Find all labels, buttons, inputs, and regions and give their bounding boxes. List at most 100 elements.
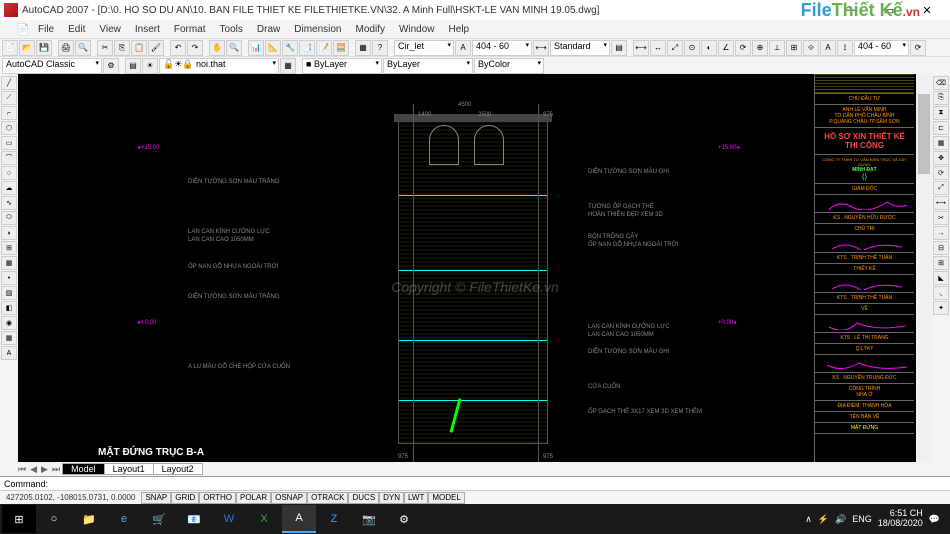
tray-up-icon[interactable]: ∧ (805, 514, 812, 525)
textstyle-combo[interactable]: Cir_let (394, 40, 454, 56)
tray-net-icon[interactable]: ⚡ (818, 514, 829, 525)
menu-format[interactable]: Format (168, 24, 212, 35)
open-icon[interactable]: 📂 (19, 40, 35, 56)
extend-icon[interactable]: → (933, 226, 949, 240)
stretch-icon[interactable]: ⟷ (933, 196, 949, 210)
undo-icon[interactable]: ↶ (170, 40, 186, 56)
save-icon[interactable]: 💾 (36, 40, 52, 56)
dim8-icon[interactable]: ⊕ (752, 40, 768, 56)
dim9-icon[interactable]: ⟂ (769, 40, 785, 56)
rect-icon[interactable]: ▭ (1, 136, 17, 150)
calc-icon[interactable]: 🧮 (333, 40, 349, 56)
model-toggle[interactable]: MODEL (428, 492, 464, 504)
dim2-icon[interactable]: ↔ (650, 40, 666, 56)
dim12-icon[interactable]: A (820, 40, 836, 56)
layer2-icon[interactable]: ☀ (142, 58, 158, 74)
print-icon[interactable]: 🖨 (58, 40, 74, 56)
drawing-canvas[interactable]: DIỆN TƯỜNG SƠN MÀU TRẮNG LAN CAN KÍNH CƯ… (18, 74, 932, 462)
pan-icon[interactable]: ✋ (209, 40, 225, 56)
preview-icon[interactable]: 🔍 (75, 40, 91, 56)
move-icon[interactable]: ✥ (933, 151, 949, 165)
layer3-icon[interactable]: ▦ (280, 58, 296, 74)
menu-edit[interactable]: Edit (62, 24, 91, 35)
dimupd-icon[interactable]: ⟳ (910, 40, 926, 56)
vscrollbar[interactable] (916, 74, 932, 462)
point-icon[interactable]: • (1, 271, 17, 285)
line-icon[interactable]: ╱ (1, 76, 17, 90)
circle-icon[interactable]: ○ (1, 166, 17, 180)
join-icon[interactable]: ⊞ (933, 256, 949, 270)
dyn-toggle[interactable]: DYN (379, 492, 404, 504)
pline-icon[interactable]: ⌐ (1, 106, 17, 120)
edge-icon[interactable]: e (107, 505, 141, 533)
zalo-icon[interactable]: Z (317, 505, 351, 533)
tab-model[interactable]: Model (62, 463, 105, 475)
tray-lang[interactable]: ENG (852, 514, 872, 524)
mtext-icon[interactable]: A (1, 346, 17, 360)
lweight-combo[interactable]: ByColor (474, 58, 544, 74)
menu-draw[interactable]: Draw (251, 24, 286, 35)
mirror-icon[interactable]: ⧗ (933, 106, 949, 120)
menu-dimension[interactable]: Dimension (288, 24, 347, 35)
xline-icon[interactable]: ⟋ (1, 91, 17, 105)
polygon-icon[interactable]: ⬡ (1, 121, 17, 135)
cortana-icon[interactable]: ○ (37, 505, 71, 533)
region-icon[interactable]: ◉ (1, 316, 17, 330)
cloud-icon[interactable]: ☁ (1, 181, 17, 195)
table-icon[interactable]: ▤ (611, 40, 627, 56)
menu-window[interactable]: Window (393, 24, 441, 35)
workspace-combo[interactable]: AutoCAD Classic (2, 58, 102, 74)
dim13-icon[interactable]: ⟟ (837, 40, 853, 56)
array-icon[interactable]: ▦ (933, 136, 949, 150)
grid-toggle[interactable]: GRID (171, 492, 199, 504)
dim4-icon[interactable]: ⊙ (684, 40, 700, 56)
tab-layout1[interactable]: Layout1 (104, 463, 154, 475)
arc-icon[interactable]: ⌒ (1, 151, 17, 165)
copy2-icon[interactable]: ⎘ (933, 91, 949, 105)
help-icon[interactable]: ? (372, 40, 388, 56)
tray-clock[interactable]: 6:51 CH 18/08/2020 (878, 509, 923, 529)
store-icon[interactable]: 🛒 (142, 505, 176, 533)
cut-icon[interactable]: ✂ (97, 40, 113, 56)
menu-help[interactable]: Help (443, 24, 476, 35)
grad-icon[interactable]: ◧ (1, 301, 17, 315)
markup-icon[interactable]: 📝 (316, 40, 332, 56)
table2-icon[interactable]: ▦ (1, 331, 17, 345)
copy-icon[interactable]: ⎘ (114, 40, 130, 56)
ortho-toggle[interactable]: ORTHO (199, 492, 236, 504)
menu-modify[interactable]: Modify (350, 24, 391, 35)
break-icon[interactable]: ⊟ (933, 241, 949, 255)
tab-next-icon[interactable]: ▶ (39, 464, 50, 475)
color-combo[interactable]: ■ ByLayer (302, 58, 382, 74)
tablestyle-combo[interactable]: Standard (550, 40, 610, 56)
paste-icon[interactable]: 📋 (131, 40, 147, 56)
dim1-icon[interactable]: ⟷ (633, 40, 649, 56)
rotate-icon[interactable]: ⟳ (933, 166, 949, 180)
tool-icon[interactable]: 🔧 (282, 40, 298, 56)
dim7-icon[interactable]: ⟳ (735, 40, 751, 56)
settings-icon[interactable]: ⚙ (387, 505, 421, 533)
ducs-toggle[interactable]: DUCS (348, 492, 379, 504)
layer1-icon[interactable]: ▤ (125, 58, 141, 74)
insert-icon[interactable]: ⊞ (1, 241, 17, 255)
tray-vol-icon[interactable]: 🔊 (835, 514, 846, 525)
ws-icon[interactable]: ⚙ (103, 58, 119, 74)
command-line[interactable]: Command: (0, 476, 950, 490)
ltype-combo[interactable]: ByLayer (383, 58, 473, 74)
erase-icon[interactable]: ⌫ (933, 76, 949, 90)
dimstyle-combo[interactable]: 404 - 60 (472, 40, 532, 56)
menu-view[interactable]: View (93, 24, 127, 35)
dim-icon[interactable]: ⟷ (533, 40, 549, 56)
fillet-icon[interactable]: ◟ (933, 286, 949, 300)
scale-icon[interactable]: ⤢ (933, 181, 949, 195)
hatch-icon[interactable]: ▨ (1, 286, 17, 300)
trim-icon[interactable]: ✂ (933, 211, 949, 225)
match-icon[interactable]: 🖌 (148, 40, 164, 56)
zoom-icon[interactable]: 🔍 (226, 40, 242, 56)
dim10-icon[interactable]: ⊞ (786, 40, 802, 56)
sheet-icon[interactable]: 📑 (299, 40, 315, 56)
snap-toggle[interactable]: SNAP (141, 492, 171, 504)
dim3-icon[interactable]: ⤢ (667, 40, 683, 56)
redo-icon[interactable]: ↷ (187, 40, 203, 56)
dim6-icon[interactable]: ∠ (718, 40, 734, 56)
